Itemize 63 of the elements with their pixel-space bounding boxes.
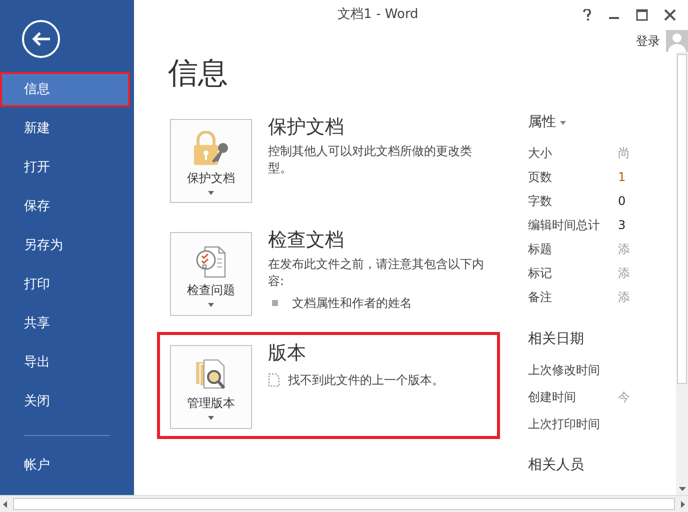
- sidebar-item[interactable]: 关闭: [0, 384, 134, 419]
- dropdown-caret-icon: [208, 416, 214, 420]
- bullet-square-icon: [272, 300, 278, 306]
- property-value: 添: [618, 265, 630, 282]
- horizontal-scrollbar[interactable]: [0, 495, 688, 512]
- property-value: 0: [618, 193, 626, 210]
- section-description: 控制其他人可以对此文档所做的更改类型。: [268, 143, 473, 177]
- dropdown-caret-icon: [208, 191, 214, 195]
- property-value: 3: [618, 217, 626, 234]
- property-label: 标题: [528, 241, 553, 258]
- property-value: 添: [618, 241, 630, 258]
- sidebar-item[interactable]: 打印: [0, 267, 134, 302]
- scroll-right-icon[interactable]: [681, 500, 685, 508]
- sidebar-item[interactable]: 帐户: [0, 448, 134, 483]
- date-label: 创建时间: [528, 388, 577, 406]
- back-button[interactable]: [22, 20, 60, 58]
- scroll-left-icon[interactable]: [3, 500, 7, 508]
- section-description: 找不到此文件的上一个版本。: [288, 372, 444, 389]
- section-title: 保护文档: [268, 115, 345, 139]
- property-value: 尚: [618, 145, 630, 162]
- sidebar-item[interactable]: 打开: [0, 150, 134, 185]
- sidebar-item[interactable]: 信息: [0, 72, 130, 107]
- sidebar-item[interactable]: 新建: [0, 111, 134, 146]
- page-title: 信息: [168, 55, 229, 93]
- sign-in-link[interactable]: 登录: [636, 32, 660, 50]
- section-title: 检查文档: [268, 228, 345, 252]
- property-value: 1: [618, 169, 626, 186]
- sidebar-item[interactable]: 保存: [0, 189, 134, 224]
- maximize-icon[interactable]: [636, 9, 648, 21]
- property-label: 字数: [528, 193, 553, 210]
- date-label: 上次打印时间: [528, 416, 601, 432]
- section-title: 版本: [268, 341, 307, 365]
- help-icon[interactable]: [582, 9, 592, 21]
- section-button[interactable]: 管理版本: [170, 345, 252, 429]
- date-label: 上次修改时间: [528, 362, 601, 378]
- property-value: 添: [618, 289, 630, 306]
- related-people-heading: 相关人员: [528, 456, 585, 475]
- checklist-document-icon: [195, 245, 227, 279]
- section-button[interactable]: 保护文档: [170, 119, 252, 203]
- lock-key-icon: [191, 131, 231, 167]
- window-title: 文档1 - Word: [336, 6, 420, 24]
- date-value: 今: [618, 388, 630, 406]
- dropdown-caret-icon: [560, 120, 566, 124]
- property-label: 备注: [528, 289, 553, 306]
- sidebar-item[interactable]: 另存为: [0, 228, 134, 263]
- sidebar-item[interactable]: 共享: [0, 306, 134, 341]
- back-arrow-icon: [31, 31, 51, 47]
- property-label: 标记: [528, 265, 553, 282]
- property-label: 页数: [528, 169, 553, 186]
- section-description: 在发布此文件之前，请注意其包含以下内容:: [268, 256, 485, 290]
- scroll-down-icon[interactable]: [678, 487, 686, 491]
- related-dates-heading: 相关日期: [528, 330, 585, 349]
- vertical-scrollbar[interactable]: [676, 52, 688, 495]
- sidebar-item[interactable]: 导出: [0, 345, 134, 380]
- property-label: 大小: [528, 145, 553, 162]
- properties-heading[interactable]: 属性: [528, 112, 556, 133]
- property-label: 编辑时间总计: [528, 217, 601, 234]
- document-outline-icon: [268, 373, 280, 387]
- dropdown-caret-icon: [208, 303, 214, 307]
- bullet-text: 文档属性和作者的姓名: [292, 295, 412, 312]
- section-button[interactable]: 检查问题: [170, 232, 252, 316]
- close-icon[interactable]: [664, 9, 676, 21]
- versions-search-icon: [194, 358, 228, 392]
